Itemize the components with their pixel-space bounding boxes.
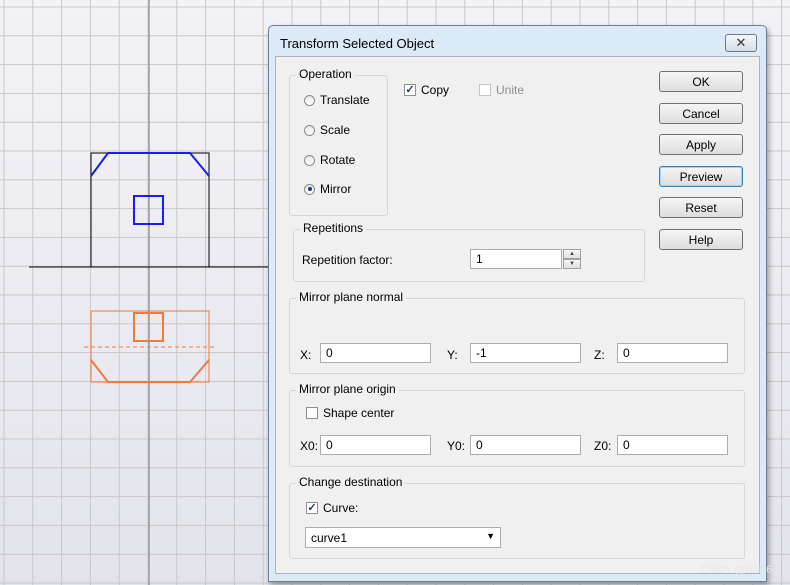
normal-x-label: X: bbox=[300, 348, 312, 362]
cancel-button[interactable]: Cancel bbox=[659, 103, 743, 124]
normal-y-label: Y: bbox=[447, 348, 458, 362]
origin-z0-label: Z0: bbox=[594, 439, 612, 453]
mirror-normal-legend: Mirror plane normal bbox=[296, 290, 407, 304]
normal-x-input[interactable]: 0 bbox=[320, 343, 431, 363]
radio-translate[interactable]: Translate bbox=[304, 93, 370, 107]
origin-y0-label: Y0: bbox=[447, 439, 466, 453]
radio-scale[interactable]: Scale bbox=[304, 123, 350, 137]
normal-z-input[interactable]: 0 bbox=[617, 343, 728, 363]
normal-y-input[interactable]: -1 bbox=[470, 343, 581, 363]
curve-checkbox[interactable]: ✓ bbox=[306, 502, 318, 514]
spinner-down-icon[interactable]: ▼ bbox=[563, 259, 581, 269]
operation-legend: Operation bbox=[296, 67, 355, 81]
copy-checkbox-row[interactable]: ✓ Copy bbox=[404, 83, 449, 97]
radio-scale-label: Scale bbox=[320, 123, 351, 137]
operation-group: Operation Translate Scale Rotate Mirror bbox=[289, 67, 388, 216]
curve-select-value: curve1 bbox=[311, 531, 348, 545]
curve-select[interactable]: curve1 ▼ bbox=[305, 527, 501, 548]
destination-legend: Change destination bbox=[296, 475, 406, 489]
dialog-client-area: Operation Translate Scale Rotate Mirror … bbox=[275, 56, 760, 574]
origin-x0-label: X0: bbox=[300, 439, 319, 453]
dialog-title: Transform Selected Object bbox=[280, 36, 435, 51]
copy-label: Copy bbox=[421, 83, 450, 97]
reset-button[interactable]: Reset bbox=[659, 197, 743, 218]
radio-rotate-circle[interactable] bbox=[304, 154, 315, 166]
apply-button[interactable]: Apply bbox=[659, 134, 743, 155]
radio-rotate[interactable]: Rotate bbox=[304, 153, 355, 167]
unite-label: Unite bbox=[496, 83, 525, 97]
curve-label: Curve: bbox=[323, 501, 359, 515]
repetition-factor-spinner[interactable]: ▲ ▼ bbox=[563, 249, 581, 269]
repetitions-group: Repetitions Repetition factor: 1 ▲ ▼ bbox=[293, 221, 645, 282]
origin-y0-input[interactable]: 0 bbox=[470, 435, 581, 455]
shape-center-row[interactable]: Shape center bbox=[306, 406, 394, 420]
radio-rotate-label: Rotate bbox=[320, 153, 356, 167]
mirror-normal-group: Mirror plane normal X: 0 Y: -1 Z: 0 bbox=[289, 290, 745, 374]
shape-center-label: Shape center bbox=[323, 406, 395, 420]
radio-mirror-label: Mirror bbox=[320, 182, 352, 196]
ok-button[interactable]: OK bbox=[659, 71, 743, 92]
unite-checkbox bbox=[479, 84, 491, 96]
watermark: CSDN @Bill66 bbox=[700, 564, 773, 576]
transform-dialog: Transform Selected Object ✕ Operation Tr… bbox=[268, 25, 767, 582]
radio-scale-circle[interactable] bbox=[304, 124, 315, 136]
spinner-up-icon[interactable]: ▲ bbox=[563, 249, 581, 259]
destination-group: Change destination ✓ Curve: curve1 ▼ bbox=[289, 475, 745, 559]
dropdown-arrow-icon[interactable]: ▼ bbox=[486, 531, 495, 541]
repetition-factor-input[interactable]: 1 bbox=[470, 249, 562, 269]
mirror-origin-group: Mirror plane origin Shape center X0: 0 Y… bbox=[289, 382, 745, 467]
copy-checkbox[interactable]: ✓ bbox=[404, 84, 416, 96]
radio-translate-circle[interactable] bbox=[304, 94, 315, 106]
origin-z0-input[interactable]: 0 bbox=[617, 435, 728, 455]
origin-x0-input[interactable]: 0 bbox=[320, 435, 431, 455]
help-button[interactable]: Help bbox=[659, 229, 743, 250]
repetitions-legend: Repetitions bbox=[300, 221, 367, 235]
title-bar[interactable]: Transform Selected Object ✕ bbox=[269, 26, 766, 56]
shape-center-checkbox[interactable] bbox=[306, 407, 318, 419]
radio-translate-label: Translate bbox=[320, 93, 370, 107]
mirror-origin-legend: Mirror plane origin bbox=[296, 382, 399, 396]
close-icon: ✕ bbox=[735, 35, 747, 50]
normal-z-label: Z: bbox=[594, 348, 605, 362]
close-button[interactable]: ✕ bbox=[725, 34, 757, 52]
radio-mirror[interactable]: Mirror bbox=[304, 182, 351, 196]
repetition-factor-label: Repetition factor: bbox=[302, 253, 393, 267]
curve-checkbox-row[interactable]: ✓ Curve: bbox=[306, 501, 358, 515]
preview-button[interactable]: Preview bbox=[659, 166, 743, 187]
radio-mirror-circle[interactable] bbox=[304, 183, 315, 195]
unite-checkbox-row: Unite bbox=[479, 83, 524, 97]
